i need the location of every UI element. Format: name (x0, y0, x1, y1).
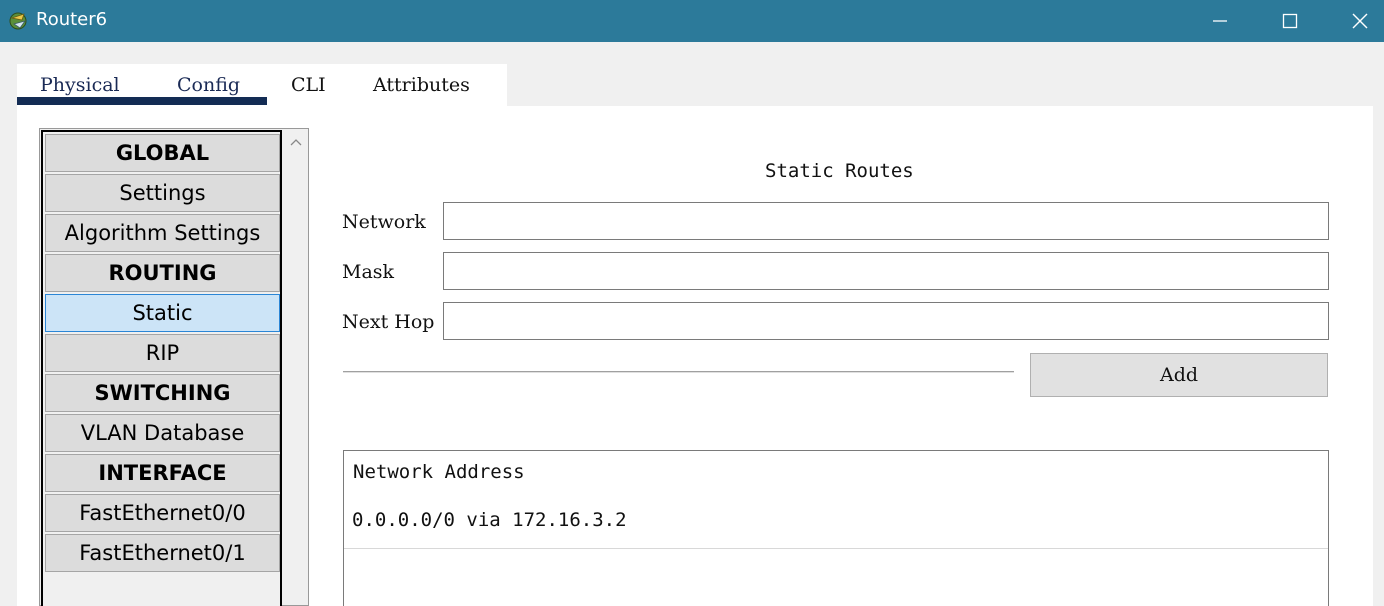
sidebar-item-fastethernet0-1[interactable]: FastEthernet0/1 (45, 534, 280, 572)
sidebar-item-fastethernet0-0[interactable]: FastEthernet0/0 (45, 494, 280, 532)
next-hop-label: Next Hop (342, 311, 435, 333)
sidebar-item-settings[interactable]: Settings (45, 174, 280, 212)
route-entry-text: 0.0.0.0/0 via 172.16.3.2 (352, 509, 627, 531)
sidebar-item-static[interactable]: Static (45, 294, 280, 332)
tab-bar: Physical Config CLI Attributes (17, 64, 507, 106)
mask-input[interactable] (443, 252, 1329, 290)
active-tab-indicator (17, 97, 267, 105)
router-app-icon (8, 9, 30, 31)
mask-label: Mask (342, 261, 395, 283)
maximize-icon (1282, 13, 1298, 29)
scroll-up-arrow-icon[interactable] (288, 135, 304, 151)
tab-physical[interactable]: Physical (40, 74, 120, 96)
sidebar-item-vlan-database[interactable]: VLAN Database (45, 414, 280, 452)
route-row[interactable]: 0.0.0.0/0 via 172.16.3.2 (344, 501, 1328, 549)
separator (343, 371, 1014, 373)
minimize-button[interactable] (1186, 0, 1254, 42)
sidebar-header-routing: ROUTING (45, 254, 280, 292)
network-label: Network (342, 211, 426, 233)
tab-attributes[interactable]: Attributes (373, 74, 470, 96)
section-title: Static Routes (765, 160, 914, 182)
title-bar: Router6 (0, 0, 1384, 42)
add-button[interactable]: Add (1030, 353, 1328, 397)
minimize-icon (1213, 20, 1227, 22)
config-sidebar: GLOBAL Settings Algorithm Settings ROUTI… (39, 128, 309, 606)
network-input[interactable] (443, 202, 1329, 240)
sidebar-header-switching: SWITCHING (45, 374, 280, 412)
close-button[interactable] (1326, 0, 1384, 42)
sidebar-item-rip[interactable]: RIP (45, 334, 280, 372)
network-address-list[interactable]: Network Address 0.0.0.0/0 via 172.16.3.2 (343, 450, 1329, 606)
sidebar-item-algorithm-settings[interactable]: Algorithm Settings (45, 214, 280, 252)
next-hop-input[interactable] (443, 302, 1329, 340)
tab-cli[interactable]: CLI (291, 74, 326, 96)
sidebar-header-interface: INTERFACE (45, 454, 280, 492)
sidebar-list: GLOBAL Settings Algorithm Settings ROUTI… (41, 130, 282, 606)
sidebar-header-global: GLOBAL (45, 134, 280, 172)
sidebar-scrollbar[interactable] (284, 129, 308, 605)
network-address-header: Network Address (353, 461, 525, 483)
window-title: Router6 (36, 9, 108, 30)
close-icon (1352, 13, 1368, 29)
maximize-button[interactable] (1256, 0, 1324, 42)
tab-config[interactable]: Config (177, 74, 240, 96)
